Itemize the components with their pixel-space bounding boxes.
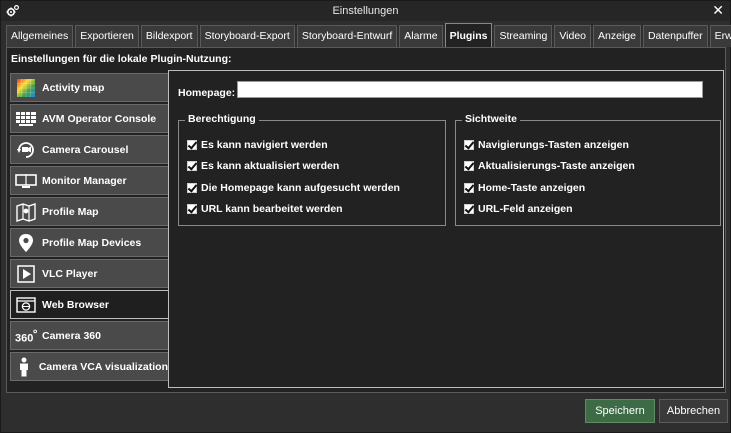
camera-carousel-icon	[15, 140, 37, 160]
checkbox-checked[interactable]	[464, 183, 474, 193]
checkbox-label: URL kann bearbeitet werden	[201, 203, 343, 215]
tab-erweitert[interactable]: Erweitert	[709, 25, 731, 47]
tab-plugins[interactable]: Plugins	[444, 23, 493, 47]
tab-bildexport[interactable]: Bildexport	[140, 25, 198, 47]
plugin-item-avm-operator-console[interactable]: AVM Operator Console	[10, 104, 169, 133]
checkbox-checked[interactable]	[187, 204, 197, 214]
tab-anzeige[interactable]: Anzeige	[593, 25, 641, 47]
close-icon[interactable]: ✕	[712, 2, 724, 19]
checkbox-checked[interactable]	[464, 140, 474, 150]
tab-exportieren[interactable]: Exportieren	[75, 25, 139, 47]
save-button[interactable]: Speichern	[585, 399, 655, 423]
plugin-label: Monitor Manager	[42, 174, 127, 187]
visibility-group-title: Sichtweite	[462, 113, 520, 125]
checkbox-show-url-field[interactable]: URL-Feld anzeigen	[464, 203, 573, 215]
vlc-player-icon	[15, 264, 37, 284]
panel-heading: Einstellungen für die lokale Plugin-Nutz…	[11, 53, 232, 65]
plugin-item-camera-vca-visualization[interactable]: Camera VCA visualization	[10, 352, 169, 381]
checkbox-refresh[interactable]: Es kann aktualisiert werden	[187, 160, 339, 172]
plugin-item-camera-carousel[interactable]: Camera Carousel	[10, 135, 169, 164]
plugin-list: Activity map AVM Operator Console Camera…	[10, 73, 171, 383]
monitor-icon	[15, 171, 37, 191]
plugins-tab-panel: Einstellungen für die lokale Plugin-Nutz…	[6, 47, 726, 393]
checkbox-checked[interactable]	[464, 161, 474, 171]
checkbox-checked[interactable]	[187, 183, 197, 193]
tab-video[interactable]: Video	[554, 25, 592, 47]
tab-datenpuffer[interactable]: Datenpuffer	[642, 25, 708, 47]
tab-storyboard-export[interactable]: Storyboard-Export	[199, 25, 295, 47]
tab-storyboard-entwurf[interactable]: Storyboard-Entwurf	[296, 25, 398, 47]
checkbox-label: Navigierungs-Tasten anzeigen	[478, 139, 629, 151]
checkbox-checked[interactable]	[187, 140, 197, 150]
checkbox-show-refresh-button[interactable]: Aktualisierungs-Taste anzeigen	[464, 160, 635, 172]
checkbox-label: Es kann aktualisiert werden	[201, 160, 340, 172]
plugin-item-profile-map[interactable]: Profile Map	[10, 197, 169, 226]
tab-bar: Allgemeines Exportieren Bildexport Story…	[6, 23, 731, 47]
plugin-label: AVM Operator Console	[42, 112, 157, 125]
checkbox-edit-url[interactable]: URL kann bearbeitet werden	[187, 203, 343, 215]
tab-alarme[interactable]: Alarme	[399, 25, 443, 47]
plugin-label: Profile Map	[42, 205, 99, 218]
cancel-button[interactable]: Abbrechen	[659, 399, 728, 423]
plugin-label: Activity map	[42, 81, 105, 94]
homepage-input[interactable]	[237, 81, 703, 98]
plugin-label: VLC Player	[42, 267, 98, 280]
map-icon	[15, 202, 37, 222]
person-icon	[15, 357, 34, 377]
plugin-label: Camera 360	[42, 329, 101, 342]
permissions-group-title: Berechtigung	[185, 113, 259, 125]
plugin-label: Web Browser	[42, 298, 109, 311]
heatmap-icon	[15, 78, 37, 98]
plugin-item-camera-360[interactable]: 360 Camera 360	[10, 321, 169, 350]
checkbox-label: Home-Taste anzeigen	[478, 182, 586, 194]
checkbox-homepage[interactable]: Die Homepage kann aufgesucht werden	[187, 182, 400, 194]
plugin-item-monitor-manager[interactable]: Monitor Manager	[10, 166, 169, 195]
checkbox-show-nav-buttons[interactable]: Navigierungs-Tasten anzeigen	[464, 139, 629, 151]
tab-allgemeines[interactable]: Allgemeines	[6, 25, 74, 47]
homepage-label: Homepage:	[178, 87, 236, 99]
tab-streaming[interactable]: Streaming	[494, 25, 553, 47]
checkbox-label: Aktualisierungs-Taste anzeigen	[478, 160, 635, 172]
checkbox-label: Die Homepage kann aufgesucht werden	[201, 182, 400, 194]
plugin-item-profile-map-devices[interactable]: Profile Map Devices	[10, 228, 169, 257]
plugin-label: Camera VCA visualization	[38, 360, 168, 373]
plugin-label: Camera Carousel	[42, 143, 129, 156]
checkbox-checked[interactable]	[187, 161, 197, 171]
globe-icon	[15, 295, 37, 315]
plugin-item-web-browser[interactable]: Web Browser	[10, 290, 171, 319]
grid-console-icon	[15, 109, 37, 129]
visibility-group: Sichtweite Navigierungs-Tasten anzeigen …	[455, 113, 721, 226]
plugin-label: Profile Map Devices	[42, 236, 142, 249]
checkbox-checked[interactable]	[464, 204, 474, 214]
title-bar: Einstellungen ✕	[1, 1, 730, 21]
permissions-group: Berechtigung Es kann navigiert werden Es…	[178, 113, 446, 226]
plugin-item-activity-map[interactable]: Activity map	[10, 73, 169, 102]
plugin-item-vlc-player[interactable]: VLC Player	[10, 259, 169, 288]
checkbox-navigate[interactable]: Es kann navigiert werden	[187, 139, 328, 151]
camera-360-icon: 360	[15, 326, 37, 346]
svg-text:360: 360	[15, 332, 33, 344]
checkbox-label: Es kann navigiert werden	[201, 139, 328, 151]
web-browser-settings: Homepage: Berechtigung Es kann navigiert…	[168, 70, 724, 388]
checkbox-label: URL-Feld anzeigen	[478, 203, 573, 215]
map-pin-icon	[15, 233, 37, 253]
settings-window: Einstellungen ✕ Allgemeines Exportieren …	[0, 0, 731, 433]
checkbox-show-home-button[interactable]: Home-Taste anzeigen	[464, 182, 585, 194]
window-title: Einstellungen	[332, 5, 399, 17]
